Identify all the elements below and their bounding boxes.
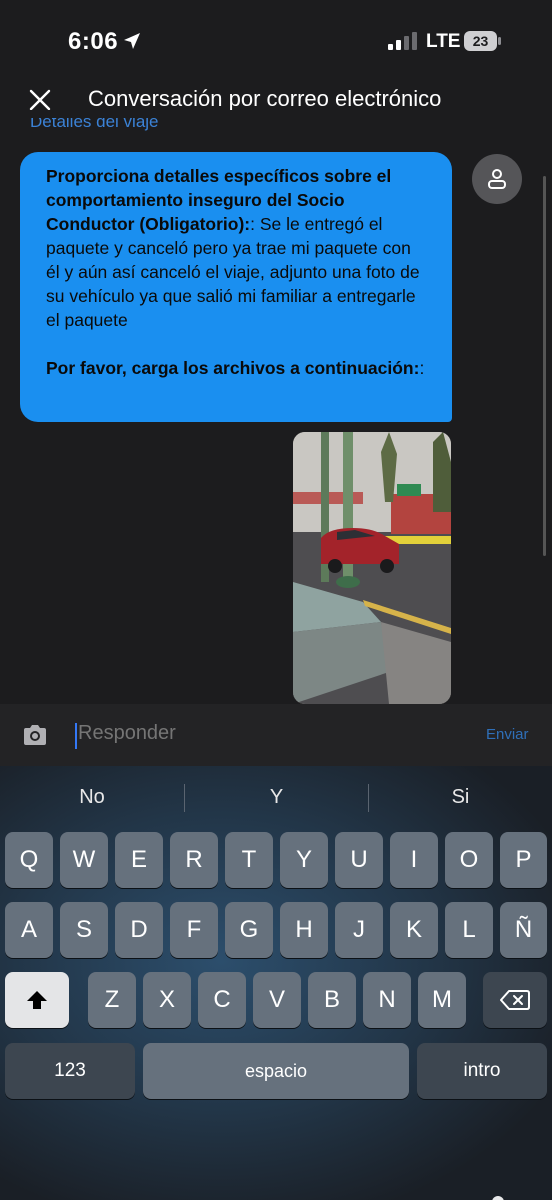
vehicle-photo-image xyxy=(293,432,451,704)
key-n[interactable]: N xyxy=(363,972,411,1028)
key-n-tilde[interactable]: Ñ xyxy=(500,902,547,958)
key-b[interactable]: B xyxy=(308,972,356,1028)
send-button[interactable]: Enviar xyxy=(486,726,529,743)
delete-key[interactable] xyxy=(483,972,547,1028)
trip-details-link[interactable]: Detalles del viaje xyxy=(30,118,159,132)
key-q[interactable]: Q xyxy=(5,832,53,888)
key-s[interactable]: S xyxy=(60,902,108,958)
reply-bar: Enviar xyxy=(0,704,552,766)
key-v[interactable]: V xyxy=(253,972,301,1028)
key-o[interactable]: O xyxy=(445,832,493,888)
key-y[interactable]: Y xyxy=(280,832,328,888)
key-r[interactable]: R xyxy=(170,832,218,888)
key-j[interactable]: J xyxy=(335,902,383,958)
key-a[interactable]: A xyxy=(5,902,53,958)
key-t[interactable]: T xyxy=(225,832,273,888)
key-u[interactable]: U xyxy=(335,832,383,888)
key-c[interactable]: C xyxy=(198,972,246,1028)
shift-key[interactable] xyxy=(5,972,69,1028)
status-bar: 6:06 LTE 23 xyxy=(0,0,552,80)
key-m[interactable]: M xyxy=(418,972,466,1028)
return-key[interactable]: intro xyxy=(417,1043,547,1099)
signal-icon xyxy=(388,32,417,50)
conversation-area[interactable]: Detalles del viaje Proporciona detalles … xyxy=(0,110,552,704)
key-d[interactable]: D xyxy=(115,902,163,958)
key-h[interactable]: H xyxy=(280,902,328,958)
question-2-label: Por favor, carga los archivos a continua… xyxy=(46,358,420,378)
message-question-2: Por favor, carga los archivos a continua… xyxy=(46,356,426,380)
person-icon xyxy=(488,169,506,189)
network-type: LTE xyxy=(426,31,461,52)
attached-photo[interactable] xyxy=(293,432,451,704)
microphone-icon[interactable] xyxy=(484,1194,512,1200)
key-f[interactable]: F xyxy=(170,902,218,958)
keyboard: No Y Si Q W E R T Y U I O P A S D F G H … xyxy=(0,766,552,1200)
camera-icon[interactable] xyxy=(22,724,48,746)
key-i[interactable]: I xyxy=(390,832,438,888)
backspace-icon xyxy=(500,990,530,1010)
reply-input[interactable] xyxy=(78,722,458,745)
key-l[interactable]: L xyxy=(445,902,493,958)
avatar xyxy=(472,154,522,204)
chat-scrollbar[interactable] xyxy=(543,176,546,556)
key-e[interactable]: E xyxy=(115,832,163,888)
page-title: Conversación por correo electrónico xyxy=(88,86,442,111)
key-p[interactable]: P xyxy=(500,832,547,888)
suggestion-1[interactable]: No xyxy=(0,766,184,828)
battery-icon: 23 xyxy=(464,31,501,51)
shift-icon xyxy=(27,991,47,1009)
location-arrow-icon xyxy=(124,33,140,49)
message-bubble: Proporciona detalles específicos sobre e… xyxy=(20,152,452,422)
key-z[interactable]: Z xyxy=(88,972,136,1028)
key-g[interactable]: G xyxy=(225,902,273,958)
key-w[interactable]: W xyxy=(60,832,108,888)
close-icon[interactable] xyxy=(28,88,52,112)
suggestion-3[interactable]: Si xyxy=(369,766,552,828)
space-key[interactable]: espacio xyxy=(143,1043,409,1099)
question-2-answer: : xyxy=(419,358,425,378)
message-question-1: Proporciona detalles específicos sobre e… xyxy=(46,164,426,332)
battery-level: 23 xyxy=(473,33,489,49)
status-time: 6:06 xyxy=(68,28,119,55)
numbers-key[interactable]: 123 xyxy=(5,1043,135,1099)
key-k[interactable]: K xyxy=(390,902,438,958)
key-x[interactable]: X xyxy=(143,972,191,1028)
suggestion-2[interactable]: Y xyxy=(185,766,368,828)
text-caret xyxy=(75,723,77,749)
